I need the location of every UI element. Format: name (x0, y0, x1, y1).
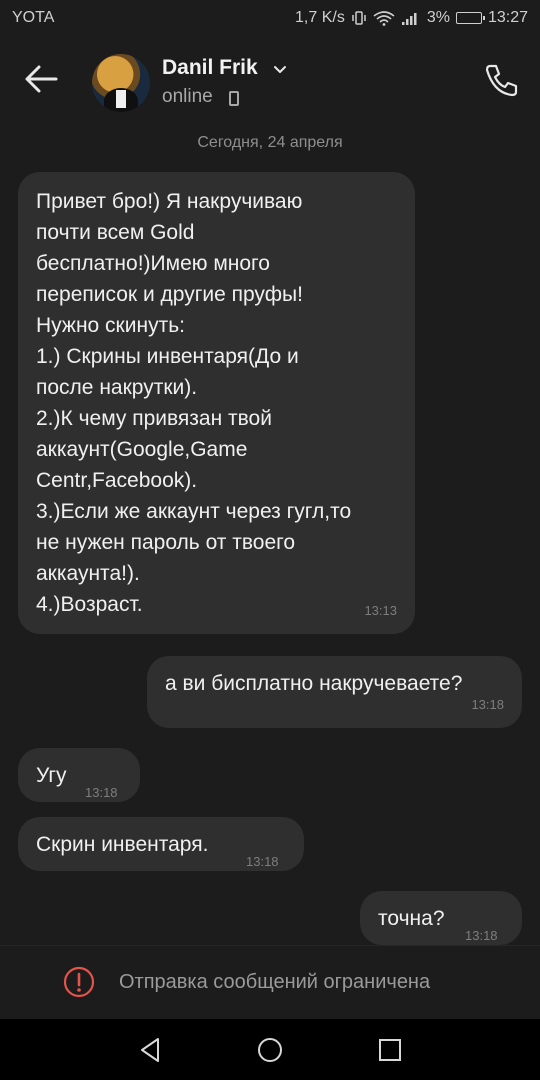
back-button[interactable] (22, 62, 62, 96)
message-text: а ви бисплатно накручеваете? (165, 672, 463, 695)
message-outgoing[interactable]: точна? 13:18 (360, 891, 522, 945)
message-text: Привет бро!) Я накручиваю почти всем Gol… (36, 190, 352, 616)
carrier-label: YOTA (12, 9, 55, 26)
date-separator: Сегодня, 24 апреля (197, 134, 343, 151)
avatar-shirt (116, 90, 126, 108)
contact-status: online (162, 86, 213, 107)
message-text: точна? (378, 907, 445, 930)
message-incoming[interactable]: Привет бро!) Я накручиваю почти всем Gol… (18, 172, 415, 634)
vibrate-icon (352, 11, 366, 25)
call-button[interactable] (481, 60, 521, 100)
system-nav-bar (0, 1019, 540, 1080)
wifi-icon (373, 11, 395, 26)
status-bar: YOTA 1,7 K/s 3% 13:27 (0, 0, 540, 36)
status-indicators: 1,7 K/s 3% 13:27 (295, 9, 528, 27)
home-circle-icon[interactable] (255, 1035, 285, 1065)
avatar[interactable] (92, 54, 150, 112)
restriction-text: Отправка сообщений ограничена (119, 971, 431, 993)
message-text: Угу (36, 764, 67, 787)
phone-icon (485, 64, 518, 97)
mobile-device-icon (229, 91, 239, 106)
contact-name[interactable]: Danil Frik (162, 56, 258, 80)
message-incoming[interactable]: Скрин инвентаря. 13:18 (18, 817, 304, 871)
chat-header: Danil Frik online (0, 36, 540, 126)
message-time: 13:18 (85, 785, 118, 800)
message-outgoing[interactable]: а ви бисплатно накручеваете? 13:18 (147, 656, 522, 728)
alert-circle-icon (63, 966, 95, 998)
signal-icon (401, 13, 417, 25)
battery-icon (455, 12, 485, 24)
clock: 13:27 (487, 9, 528, 26)
chevron-down-icon[interactable] (272, 64, 288, 76)
recents-square-icon[interactable] (375, 1035, 405, 1065)
messaging-restricted-banner: Отправка сообщений ограничена (0, 945, 540, 1020)
message-time: 13:18 (471, 697, 504, 712)
message-incoming[interactable]: Угу 13:18 (18, 748, 140, 802)
network-speed: 1,7 K/s (295, 9, 345, 26)
message-text: Скрин инвентаря. (36, 833, 209, 856)
message-time: 13:13 (364, 603, 397, 618)
back-triangle-icon[interactable] (136, 1035, 166, 1065)
battery-percent: 3% (426, 9, 450, 26)
message-time: 13:18 (246, 854, 279, 869)
back-arrow-icon (25, 65, 58, 93)
